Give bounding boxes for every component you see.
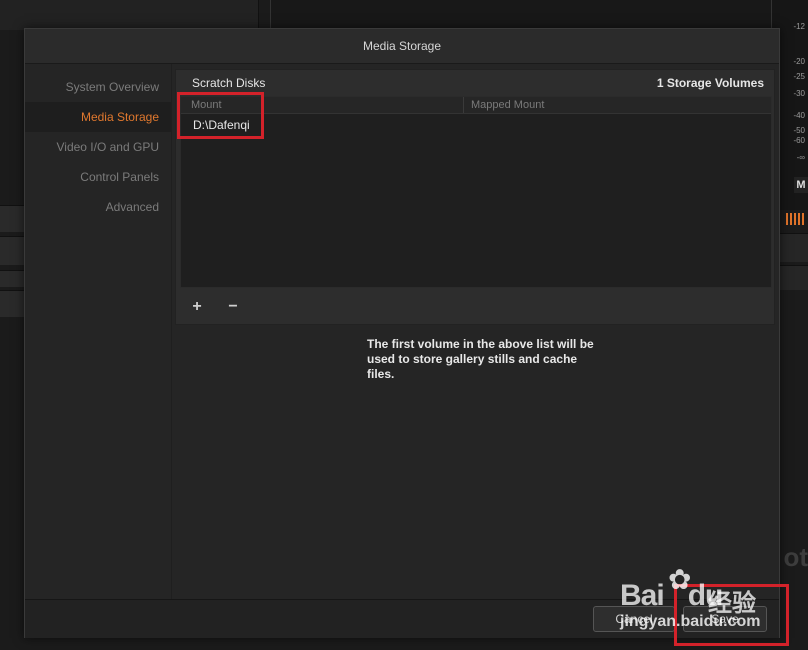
meter-label: -60	[793, 136, 805, 145]
watermark-url: jingyan.baidu.com	[620, 613, 761, 630]
paw-icon: ✿	[668, 564, 692, 595]
mute-button[interactable]: M	[794, 177, 808, 193]
preferences-dialog: Media Storage System Overview Media Stor…	[24, 28, 780, 638]
background-strip	[0, 205, 24, 232]
dialog-title: Media Storage	[25, 29, 779, 64]
watermark: Bai du ✿ 经验 jingyan.baidu.com	[620, 563, 770, 633]
sidebar-item-media-storage[interactable]: Media Storage	[25, 102, 171, 132]
equalizer-icon[interactable]	[786, 213, 804, 225]
info-text: The first volume in the above list will …	[367, 337, 594, 381]
highlight-box	[177, 92, 264, 139]
scratch-disks-table: Mount Mapped Mount D:\Dafenqi	[180, 96, 772, 288]
volume-count: 1 Storage Volumes	[656, 76, 764, 90]
meter-label: -50	[793, 126, 805, 135]
background-strip	[778, 265, 808, 290]
sidebar-item-advanced[interactable]: Advanced	[25, 192, 171, 222]
meter-label: -30	[793, 89, 805, 98]
media-storage-content: Scratch Disks 1 Storage Volumes Mount Ma…	[175, 69, 775, 599]
meter-label: -25	[793, 72, 805, 81]
meter-label: -12	[793, 22, 805, 31]
preferences-sidebar: System Overview Media Storage Video I/O …	[25, 64, 172, 599]
remove-volume-button[interactable]: −	[224, 298, 242, 316]
sidebar-item-control-panels[interactable]: Control Panels	[25, 162, 171, 192]
background-strip	[778, 233, 808, 262]
column-divider[interactable]	[463, 97, 464, 113]
background-strip	[0, 270, 24, 287]
meter-label: -∞	[796, 153, 805, 162]
table-header: Mount Mapped Mount	[181, 97, 771, 114]
background-text: ot	[783, 542, 808, 572]
scratch-disks-panel: Scratch Disks 1 Storage Volumes Mount Ma…	[175, 69, 775, 325]
background-viewer	[270, 0, 772, 28]
sidebar-item-system-overview[interactable]: System Overview	[25, 72, 171, 102]
sidebar-item-video-io-gpu[interactable]: Video I/O and GPU	[25, 132, 171, 162]
column-header-mapped-mount[interactable]: Mapped Mount	[471, 99, 544, 111]
panel-header: Scratch Disks 1 Storage Volumes	[176, 70, 774, 96]
meter-label: -20	[793, 57, 805, 66]
panel-title: Scratch Disks	[192, 76, 266, 90]
meter-label: -40	[793, 111, 805, 120]
table-row[interactable]: D:\Dafenqi	[181, 115, 771, 135]
add-volume-button[interactable]: +	[188, 298, 206, 316]
background-strip	[0, 290, 24, 317]
app-window: -12 -20 -25 -30 -40 -50 -60 -∞ M ot Medi…	[0, 0, 808, 650]
background-panel	[0, 0, 259, 30]
background-strip	[0, 236, 24, 265]
